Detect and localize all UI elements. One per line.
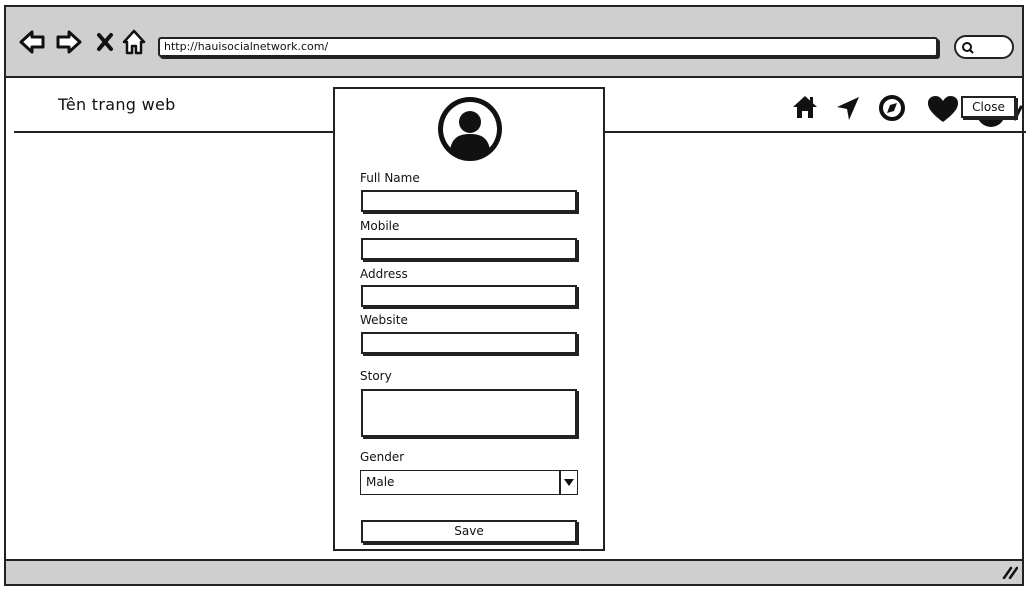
back-icon[interactable] [18,27,46,57]
compass-icon[interactable] [878,94,906,122]
close-button[interactable]: Close [961,96,1016,118]
resize-grip-icon[interactable] [1002,565,1018,579]
browser-status-bar [6,559,1022,584]
gender-selected-value: Male [366,475,395,489]
gender-select[interactable]: Male [360,470,578,495]
story-label: Story [360,369,392,383]
address-field[interactable] [361,285,577,307]
website-label: Website [360,313,408,327]
browser-window: http://hauisocialnetwork.com/ Tên trang … [4,5,1026,586]
location-arrow-icon[interactable] [835,94,861,122]
mobile-label: Mobile [360,219,400,233]
chevron-down-icon [564,479,574,486]
mobile-field[interactable] [361,238,577,260]
full-name-field[interactable] [361,190,577,212]
home-icon[interactable] [121,27,147,57]
browser-search-box[interactable] [954,35,1014,59]
full-name-label: Full Name [360,171,420,185]
url-bar[interactable]: http://hauisocialnetwork.com/ [158,37,938,57]
home-icon[interactable] [791,94,819,120]
dropdown-arrow[interactable] [559,471,577,494]
story-textarea[interactable] [361,389,577,437]
address-label: Address [360,267,408,281]
stop-icon[interactable] [95,27,115,57]
gender-label: Gender [360,450,405,464]
heart-icon[interactable] [926,94,960,124]
user-avatar-icon [438,97,502,161]
search-icon [962,42,974,54]
save-button[interactable]: Save [361,520,577,543]
site-title: Tên trang web [58,95,176,114]
website-field[interactable] [361,332,577,354]
edit-profile-dialog: Full Name Mobile Address Website Story G… [333,87,605,551]
browser-toolbar: http://hauisocialnetwork.com/ [6,7,1022,78]
forward-icon[interactable] [55,27,83,57]
